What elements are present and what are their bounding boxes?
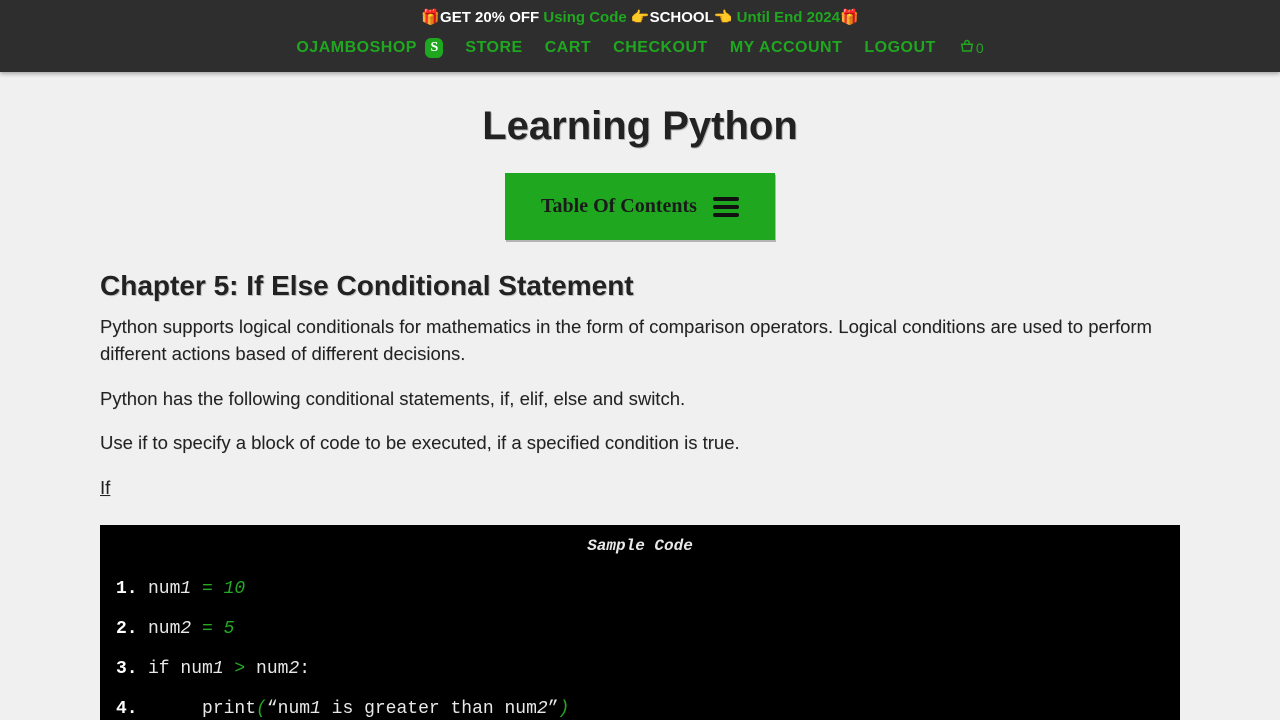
tok: 1 <box>213 659 224 679</box>
tok: 10 <box>224 579 246 599</box>
brand-name: OJAMBOSHOP <box>296 39 417 56</box>
hand-left-icon: 👈 <box>714 9 733 26</box>
promo-tail: Until End 2024 <box>732 9 840 26</box>
tok: num <box>148 619 180 639</box>
toc-label: Table Of Contents <box>541 195 697 218</box>
tok: > <box>224 659 256 679</box>
tok: : <box>299 659 310 679</box>
paragraph-3: Use if to specify a block of code to be … <box>100 430 1180 457</box>
top-bar: 🎁GET 20% OFF Using Code 👉SCHOOL👈 Until E… <box>0 0 1280 72</box>
tok: 1 <box>310 699 321 719</box>
tok: = <box>191 619 223 639</box>
tok: ) <box>559 699 570 719</box>
promo-code: SCHOOL <box>650 9 714 26</box>
brand-logo-icon: S <box>425 38 443 58</box>
code-line-1: 1. num1 = 10 <box>100 569 1180 609</box>
tok: num <box>256 659 288 679</box>
tok: 2 <box>180 619 191 639</box>
main-nav: OJAMBOSHOP S STORE CART CHECKOUT MY ACCO… <box>0 30 1280 72</box>
tok: 1 <box>180 579 191 599</box>
code-line-2: 2. num2 = 5 <box>100 609 1180 649</box>
code-line-number: 4. <box>116 699 148 719</box>
code-title: Sample Code <box>100 537 1180 555</box>
gift-icon: 🎁 <box>421 9 440 26</box>
paragraph-2: Python has the following conditional sta… <box>100 386 1180 413</box>
tok: = <box>191 579 223 599</box>
gift-icon: 🎁 <box>840 9 859 26</box>
hand-right-icon: 👉 <box>631 9 650 26</box>
section-subhead-if: If <box>100 477 1180 499</box>
tok: 2 <box>537 699 548 719</box>
tok: ( <box>256 699 267 719</box>
promo-lead: GET 20% OFF <box>440 9 539 26</box>
tok <box>148 699 202 719</box>
paragraph-1: Python supports logical conditionals for… <box>100 314 1180 368</box>
code-line-number: 3. <box>116 659 148 679</box>
cart-count: 0 <box>976 40 984 56</box>
nav-store[interactable]: STORE <box>465 39 522 57</box>
tok: “ <box>267 699 278 719</box>
main-content: Learning Python Table Of Contents Chapte… <box>0 72 1280 720</box>
cart-button[interactable]: 0 <box>958 39 984 57</box>
toc-button[interactable]: Table Of Contents <box>505 173 775 240</box>
nav-cart[interactable]: CART <box>545 39 591 57</box>
code-line-number: 2. <box>116 619 148 639</box>
tok: 5 <box>224 619 235 639</box>
code-block: Sample Code 1. num1 = 10 2. num2 = 5 3. … <box>100 525 1180 720</box>
cart-icon <box>958 39 976 57</box>
brand-link[interactable]: OJAMBOSHOP S <box>296 38 443 58</box>
hamburger-icon <box>713 197 739 217</box>
nav-my-account[interactable]: MY ACCOUNT <box>730 39 843 57</box>
tok: num <box>148 579 180 599</box>
page-title: Learning Python <box>100 104 1180 149</box>
code-line-number: 1. <box>116 579 148 599</box>
tok: print <box>202 699 256 719</box>
promo-mid: Using Code <box>539 9 631 26</box>
tok: is greater than num <box>321 699 537 719</box>
tok: if num <box>148 659 213 679</box>
chapter-title: Chapter 5: If Else Conditional Statement <box>100 270 1180 302</box>
nav-checkout[interactable]: CHECKOUT <box>613 39 708 57</box>
nav-logout[interactable]: LOGOUT <box>864 39 935 57</box>
promo-banner: 🎁GET 20% OFF Using Code 👉SCHOOL👈 Until E… <box>0 0 1280 30</box>
code-line-3: 3. if num1 > num2: <box>100 649 1180 689</box>
tok: 2 <box>288 659 299 679</box>
tok: num <box>278 699 310 719</box>
tok: ” <box>548 699 559 719</box>
code-line-4: 4. print(“num1 is greater than num2”) <box>100 689 1180 720</box>
